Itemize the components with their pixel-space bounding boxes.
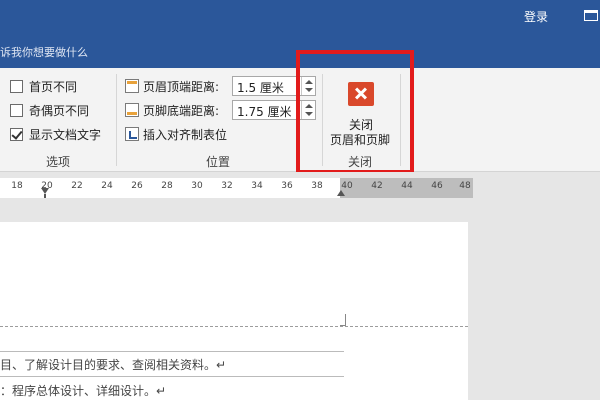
options-group-label: 选项 (46, 155, 71, 169)
position-group-label: 位置 (206, 155, 231, 169)
document-text-line[interactable]: 目、了解设计目的要求、查阅相关资料。↵ (0, 356, 226, 373)
tell-me-search[interactable]: 诉我你想要做什么 (0, 44, 88, 60)
header-top-icon (125, 79, 139, 93)
right-indent-marker[interactable] (337, 190, 345, 196)
header-distance-spinner[interactable]: 1.5 厘米 (232, 76, 316, 96)
document-page[interactable]: 目、了解设计目的要求、查阅相关资料。↵ ：程序总体设计、详细设计。↵ (0, 222, 468, 400)
header-boundary-mark (340, 314, 346, 326)
show-document-text-checkbox[interactable]: 显示文档文字 (10, 126, 101, 142)
checkbox-box[interactable] (10, 127, 23, 141)
group-divider (400, 74, 401, 166)
ruler-tick-label: 48 (459, 181, 471, 191)
horizontal-ruler: 18 20 22 24 26 28 30 32 34 36 38 40 42 4… (0, 172, 600, 202)
restore-icon[interactable] (584, 10, 598, 21)
footer-distance-row: 页脚底端距离: (125, 100, 219, 120)
ruler-tick-label: 36 (281, 181, 293, 191)
spin-down-icon[interactable] (305, 88, 313, 92)
insert-alignment-tab-button[interactable]: 插入对齐制表位 (125, 124, 227, 144)
ruler-tick-label: 34 (251, 181, 263, 191)
first-line-indent-marker[interactable] (41, 188, 49, 198)
checkbox-label: 显示文档文字 (29, 127, 102, 142)
tell-me-bar: 诉我你想要做什么 (0, 32, 600, 68)
ruler-tick-label: 18 (11, 181, 23, 191)
close-group-label: 关闭 (348, 155, 373, 169)
checkbox-box[interactable] (10, 103, 23, 117)
spin-up-icon[interactable] (305, 104, 313, 108)
footer-distance-value[interactable]: 1.75 厘米 (237, 103, 292, 120)
ruler-tick-label: 26 (131, 181, 143, 191)
text-underline (0, 376, 344, 377)
first-page-different-checkbox[interactable]: 首页不同 (10, 78, 77, 94)
checkbox-label: 奇偶页不同 (29, 103, 90, 118)
ruler-tick-label: 32 (221, 181, 233, 191)
ruler-tick-label: 30 (191, 181, 203, 191)
header-distance-label: 页眉顶端距离: (143, 79, 220, 94)
text-underline (0, 351, 344, 352)
spinner-buttons[interactable] (301, 77, 315, 95)
header-separator-line (0, 326, 468, 327)
ruler-tick-label: 46 (431, 181, 443, 191)
header-distance-row: 页眉顶端距离: (125, 76, 219, 96)
alignment-tab-icon (125, 127, 139, 141)
title-bar: 登录 (0, 0, 600, 32)
close-button-label-line2[interactable]: 页眉和页脚 (330, 131, 390, 148)
document-text-line[interactable]: ：程序总体设计、详细设计。↵ (0, 382, 166, 399)
group-divider (322, 74, 323, 166)
spin-up-icon[interactable] (305, 80, 313, 84)
ruler-tick-label: 38 (311, 181, 323, 191)
checkbox-label: 首页不同 (29, 79, 78, 94)
ribbon: 首页不同 奇偶页不同 显示文档文字 选项 页眉顶端距离: 1.5 厘米 页脚底端… (0, 68, 600, 172)
spin-down-icon[interactable] (305, 112, 313, 116)
group-divider (116, 74, 117, 166)
login-link[interactable]: 登录 (524, 8, 548, 25)
ruler-tick-label: 42 (371, 181, 383, 191)
ruler-tick-label: 24 (101, 181, 113, 191)
close-icon[interactable] (348, 82, 374, 106)
footer-distance-label: 页脚底端距离: (143, 103, 220, 118)
header-distance-value[interactable]: 1.5 厘米 (237, 79, 284, 96)
ruler-tick-label: 28 (161, 181, 173, 191)
checkbox-box[interactable] (10, 79, 23, 93)
footer-bottom-icon (125, 103, 139, 117)
spinner-buttons[interactable] (301, 101, 315, 119)
ruler-tick-label: 44 (401, 181, 413, 191)
odd-even-different-checkbox[interactable]: 奇偶页不同 (10, 102, 89, 118)
footer-distance-spinner[interactable]: 1.75 厘米 (232, 100, 316, 120)
ruler-tick-label: 22 (71, 181, 83, 191)
insert-alignment-tab-label: 插入对齐制表位 (143, 127, 228, 142)
